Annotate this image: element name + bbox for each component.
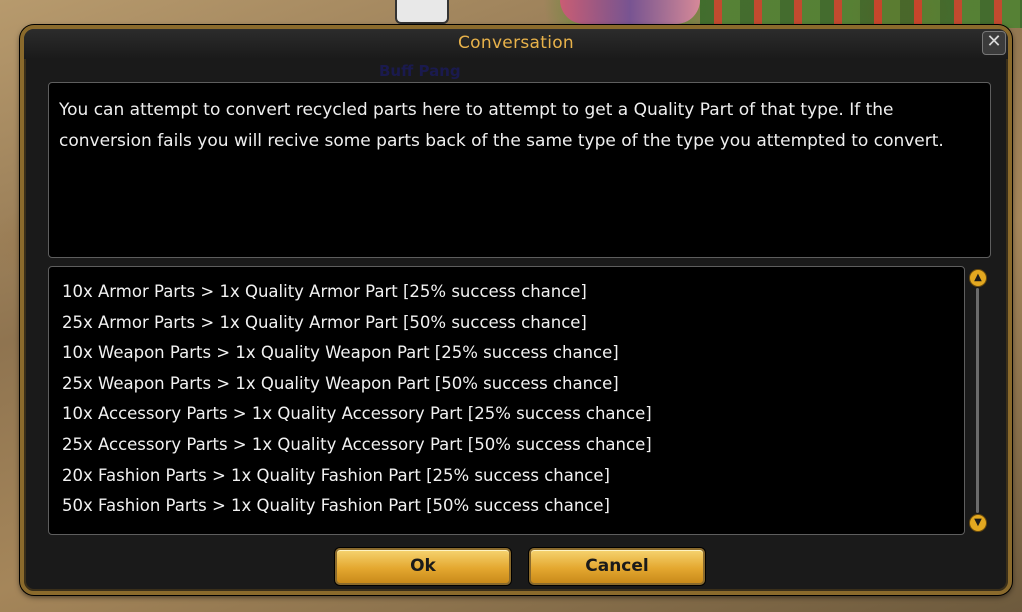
dialog-title: Conversation <box>458 33 574 53</box>
chevron-up-icon: ▲ <box>974 272 982 283</box>
scroll-track[interactable] <box>976 288 979 513</box>
option-item[interactable]: 10x Armor Parts > 1x Quality Armor Part … <box>62 277 964 308</box>
cancel-button[interactable]: Cancel <box>529 548 705 585</box>
option-item[interactable]: 25x Armor Parts > 1x Quality Armor Part … <box>62 308 964 339</box>
option-item[interactable]: 25x Accessory Parts > 1x Quality Accesso… <box>62 430 964 461</box>
description-box: You can attempt to convert recycled part… <box>48 82 991 258</box>
option-item[interactable]: 10x Accessory Parts > 1x Quality Accesso… <box>62 399 964 430</box>
game-background-character <box>560 0 700 24</box>
option-item[interactable]: 25x Weapon Parts > 1x Quality Weapon Par… <box>62 369 964 400</box>
options-list: 10x Armor Parts > 1x Quality Armor Part … <box>48 266 965 535</box>
game-background-sign <box>395 0 449 24</box>
scroll-up-button[interactable]: ▲ <box>969 269 987 287</box>
scroll-down-button[interactable]: ▼ <box>969 514 987 532</box>
conversation-dialog: Conversation ✕ Buff Pang You can attempt… <box>20 25 1012 595</box>
option-item[interactable]: 20x Fashion Parts > 1x Quality Fashion P… <box>62 461 964 492</box>
description-text: You can attempt to convert recycled part… <box>59 100 944 151</box>
ok-button[interactable]: Ok <box>335 548 511 585</box>
close-button[interactable]: ✕ <box>982 31 1006 55</box>
option-item[interactable]: 50x Fashion Parts > 1x Quality Fashion P… <box>62 491 964 522</box>
game-background-flowers <box>700 0 1022 28</box>
option-item[interactable]: 10x Weapon Parts > 1x Quality Weapon Par… <box>62 338 964 369</box>
options-scrollbar[interactable]: ▲ ▼ <box>969 266 987 535</box>
dialog-titlebar[interactable]: Conversation ✕ <box>24 29 1008 59</box>
chevron-down-icon: ▼ <box>974 517 982 528</box>
close-icon: ✕ <box>986 31 1002 52</box>
npc-name-label: Buff Pang <box>379 62 461 80</box>
